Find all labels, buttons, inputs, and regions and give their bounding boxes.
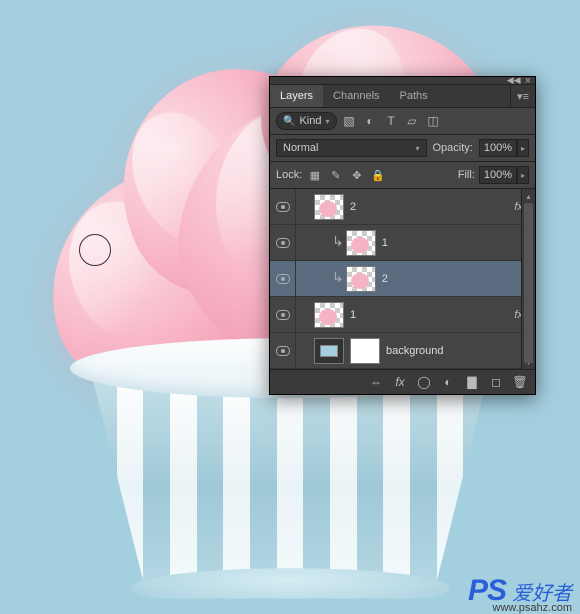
filter-type-icon[interactable]: T — [383, 113, 400, 130]
layer-thumbnail[interactable] — [346, 230, 376, 256]
lock-all-icon[interactable]: 🔒 — [369, 167, 386, 184]
tab-channels[interactable]: Channels — [323, 85, 389, 107]
visibility-toggle[interactable] — [270, 189, 296, 225]
visibility-toggle[interactable] — [270, 225, 296, 261]
tab-paths[interactable]: Paths — [390, 85, 438, 107]
fill-input[interactable]: 100% — [479, 166, 517, 184]
filter-kind-label: Kind — [299, 115, 321, 127]
close-icon[interactable]: × — [525, 77, 531, 85]
tab-layers[interactable]: Layers — [270, 85, 323, 107]
layer-thumbnail[interactable] — [314, 302, 344, 328]
filter-pixel-icon[interactable]: ▧ — [341, 113, 358, 130]
lock-label: Lock: — [276, 169, 302, 181]
layers-panel: ◀◀ × Layers Channels Paths ▾≡ 🔍 Kind ▾ ▧… — [269, 76, 536, 395]
layer-row[interactable]: 1 fx▾ — [270, 297, 535, 333]
layer-thumbnail[interactable] — [314, 338, 344, 364]
panel-menu-icon[interactable]: ▾≡ — [510, 86, 535, 107]
visibility-toggle[interactable] — [270, 297, 296, 333]
panel-dragbar[interactable]: ◀◀ × — [270, 77, 535, 85]
filter-kind-dropdown[interactable]: 🔍 Kind ▾ — [276, 112, 337, 130]
watermark-url: www.psahz.com — [493, 602, 572, 614]
eye-icon — [276, 346, 290, 356]
eye-icon — [276, 310, 290, 320]
blend-mode-value: Normal — [283, 142, 318, 154]
chevron-down-icon: ▾ — [325, 117, 329, 126]
search-icon: 🔍 — [283, 116, 295, 127]
trash-icon[interactable]: 🗑 — [509, 373, 531, 391]
lock-row: Lock: ▦ ✎ ✥ 🔒 Fill: 100% ▸ — [270, 162, 535, 189]
layer-thumbnail[interactable] — [346, 266, 376, 292]
group-icon[interactable]: ▇ — [461, 373, 483, 391]
opacity-stepper[interactable]: ▸ — [517, 139, 529, 157]
collapse-icon[interactable]: ◀◀ — [507, 75, 521, 86]
filter-shape-icon[interactable]: ▱ — [404, 113, 421, 130]
layer-mask-thumbnail[interactable] — [350, 338, 380, 364]
brush-cursor — [79, 234, 111, 266]
layer-name[interactable]: 2 — [382, 273, 529, 285]
adjustment-icon[interactable]: ◐ — [437, 373, 459, 391]
blend-mode-dropdown[interactable]: Normal ▾ — [276, 139, 427, 157]
eye-icon — [276, 274, 290, 284]
layer-name[interactable]: 2 — [350, 201, 514, 213]
layer-thumbnail[interactable] — [314, 194, 344, 220]
new-layer-icon[interactable]: ◻ — [485, 373, 507, 391]
mask-icon[interactable]: ◯ — [413, 373, 435, 391]
layer-row[interactable]: background — [270, 333, 535, 369]
eye-icon — [276, 202, 290, 212]
visibility-toggle[interactable] — [270, 333, 296, 369]
layer-row[interactable]: ↳ 2 — [270, 261, 535, 297]
lock-position-icon[interactable]: ✥ — [348, 167, 365, 184]
layer-name[interactable]: 1 — [382, 237, 529, 249]
panel-footer: ⇔ fx ◯ ◐ ▇ ◻ 🗑 — [270, 369, 535, 394]
filter-adjust-icon[interactable]: ◐ — [362, 113, 379, 130]
chevron-down-icon: ▾ — [415, 144, 419, 153]
lock-transparency-icon[interactable]: ▦ — [306, 167, 323, 184]
fill-stepper[interactable]: ▸ — [517, 166, 529, 184]
clip-indicator-icon: ↳ — [332, 233, 344, 250]
lock-pixels-icon[interactable]: ✎ — [327, 167, 344, 184]
layer-row[interactable]: ↳ 1 — [270, 225, 535, 261]
scroll-thumb[interactable] — [524, 203, 533, 363]
eye-icon — [276, 238, 290, 248]
panel-tabs: Layers Channels Paths ▾≡ — [270, 85, 535, 108]
link-layers-icon[interactable]: ⇔ — [365, 373, 387, 391]
fill-label: Fill: — [458, 169, 475, 181]
layer-list: 2 fx▾ ↳ 1 ↳ 2 1 fx▾ — [270, 189, 535, 369]
layer-name[interactable]: 1 — [350, 309, 514, 321]
filter-row: 🔍 Kind ▾ ▧ ◐ T ▱ ◫ — [270, 108, 535, 135]
scroll-up-icon[interactable]: ▴ — [522, 189, 535, 203]
scrollbar[interactable]: ▴ ▾ — [521, 189, 535, 369]
opacity-input[interactable]: 100% — [479, 139, 517, 157]
opacity-label: Opacity: — [433, 142, 473, 154]
filter-smart-icon[interactable]: ◫ — [425, 113, 442, 130]
layer-name[interactable]: background — [386, 345, 529, 357]
layer-row[interactable]: 2 fx▾ — [270, 189, 535, 225]
fx-menu-icon[interactable]: fx — [389, 373, 411, 391]
blend-row: Normal ▾ Opacity: 100% ▸ — [270, 135, 535, 162]
visibility-toggle[interactable] — [270, 261, 296, 297]
clip-indicator-icon: ↳ — [332, 269, 344, 286]
